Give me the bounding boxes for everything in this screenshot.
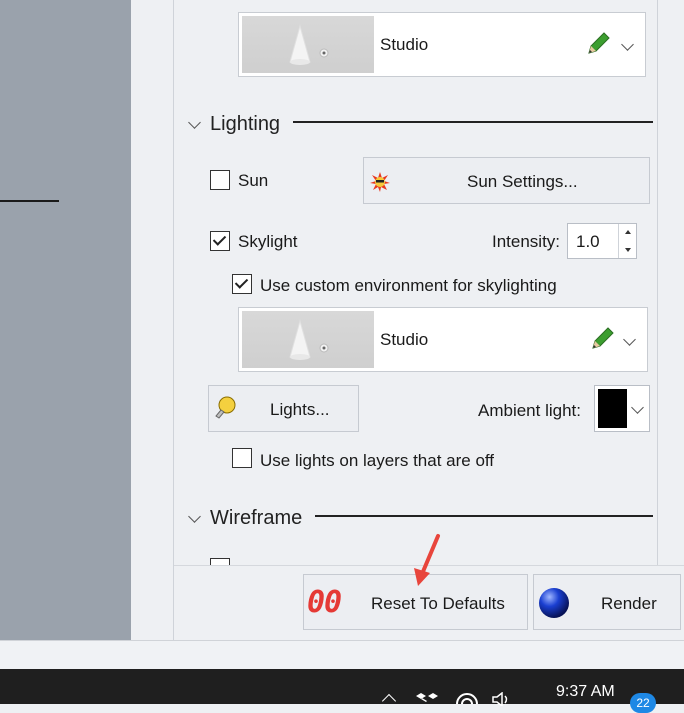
- dropbox-icon[interactable]: [416, 691, 438, 710]
- viewport-line: [0, 200, 59, 202]
- intensity-value: 1.0: [576, 232, 600, 251]
- scrollbar-track[interactable]: [657, 0, 658, 565]
- environment-selector-top[interactable]: Studio: [238, 12, 646, 77]
- lights-on-layers-off-checkbox[interactable]: [232, 448, 252, 468]
- custom-environment-label: Use custom environment for skylighting: [260, 276, 557, 295]
- reset-icon: 00: [307, 585, 342, 620]
- sun-icon: [369, 171, 391, 198]
- chevron-down-icon[interactable]: [623, 333, 636, 346]
- intensity-field[interactable]: 1.0: [567, 223, 637, 259]
- panel-gutter: [131, 0, 173, 640]
- sun-checkbox[interactable]: [210, 170, 230, 190]
- environment-selector-skylight[interactable]: Studio: [238, 307, 648, 372]
- environment-thumbnail: [242, 16, 374, 73]
- ambient-light-color-picker[interactable]: [594, 385, 650, 432]
- color-swatch: [598, 389, 627, 428]
- chevron-down-icon[interactable]: [631, 401, 644, 414]
- sun-settings-label: Sun Settings...: [467, 172, 578, 191]
- annotation-arrow: [414, 534, 440, 586]
- section-title-wireframe: Wireframe: [210, 507, 303, 529]
- lights-button[interactable]: Lights...: [208, 385, 359, 432]
- section-divider: [293, 121, 653, 123]
- status-bar: [0, 640, 684, 669]
- sun-label: Sun: [238, 171, 269, 190]
- volume-icon[interactable]: [492, 691, 514, 711]
- lights-on-layers-off-label: Use lights on layers that are off: [260, 451, 495, 470]
- render-sphere-icon: [537, 586, 571, 625]
- ambient-light-label: Ambient light:: [478, 401, 581, 420]
- viewport-area[interactable]: [0, 0, 131, 640]
- skylight-label: Skylight: [238, 232, 298, 251]
- section-divider: [315, 515, 653, 517]
- pencil-icon[interactable]: [585, 31, 611, 62]
- intensity-label: Intensity:: [492, 232, 561, 251]
- spin-up-button[interactable]: [618, 224, 636, 241]
- spin-down-button[interactable]: [618, 241, 636, 258]
- taskbar-clock[interactable]: 9:37 AM: [556, 683, 615, 701]
- lightbulb-icon: [213, 395, 237, 426]
- lights-label: Lights...: [270, 400, 330, 419]
- skylight-checkbox[interactable]: [210, 231, 230, 251]
- render-button[interactable]: Render: [533, 574, 681, 630]
- pencil-icon[interactable]: [589, 326, 615, 357]
- environment-name: Studio: [380, 35, 429, 54]
- reset-label: Reset To Defaults: [371, 594, 505, 613]
- network-icon[interactable]: [454, 692, 480, 711]
- custom-environment-checkbox[interactable]: [232, 274, 252, 294]
- section-title-lighting: Lighting: [210, 113, 281, 135]
- environment-name: Studio: [380, 330, 429, 349]
- chevron-down-icon[interactable]: [621, 38, 634, 51]
- environment-thumbnail: [242, 311, 374, 368]
- sun-settings-button[interactable]: Sun Settings...: [363, 157, 650, 204]
- notification-badge[interactable]: 22: [630, 693, 656, 713]
- render-label: Render: [601, 594, 657, 613]
